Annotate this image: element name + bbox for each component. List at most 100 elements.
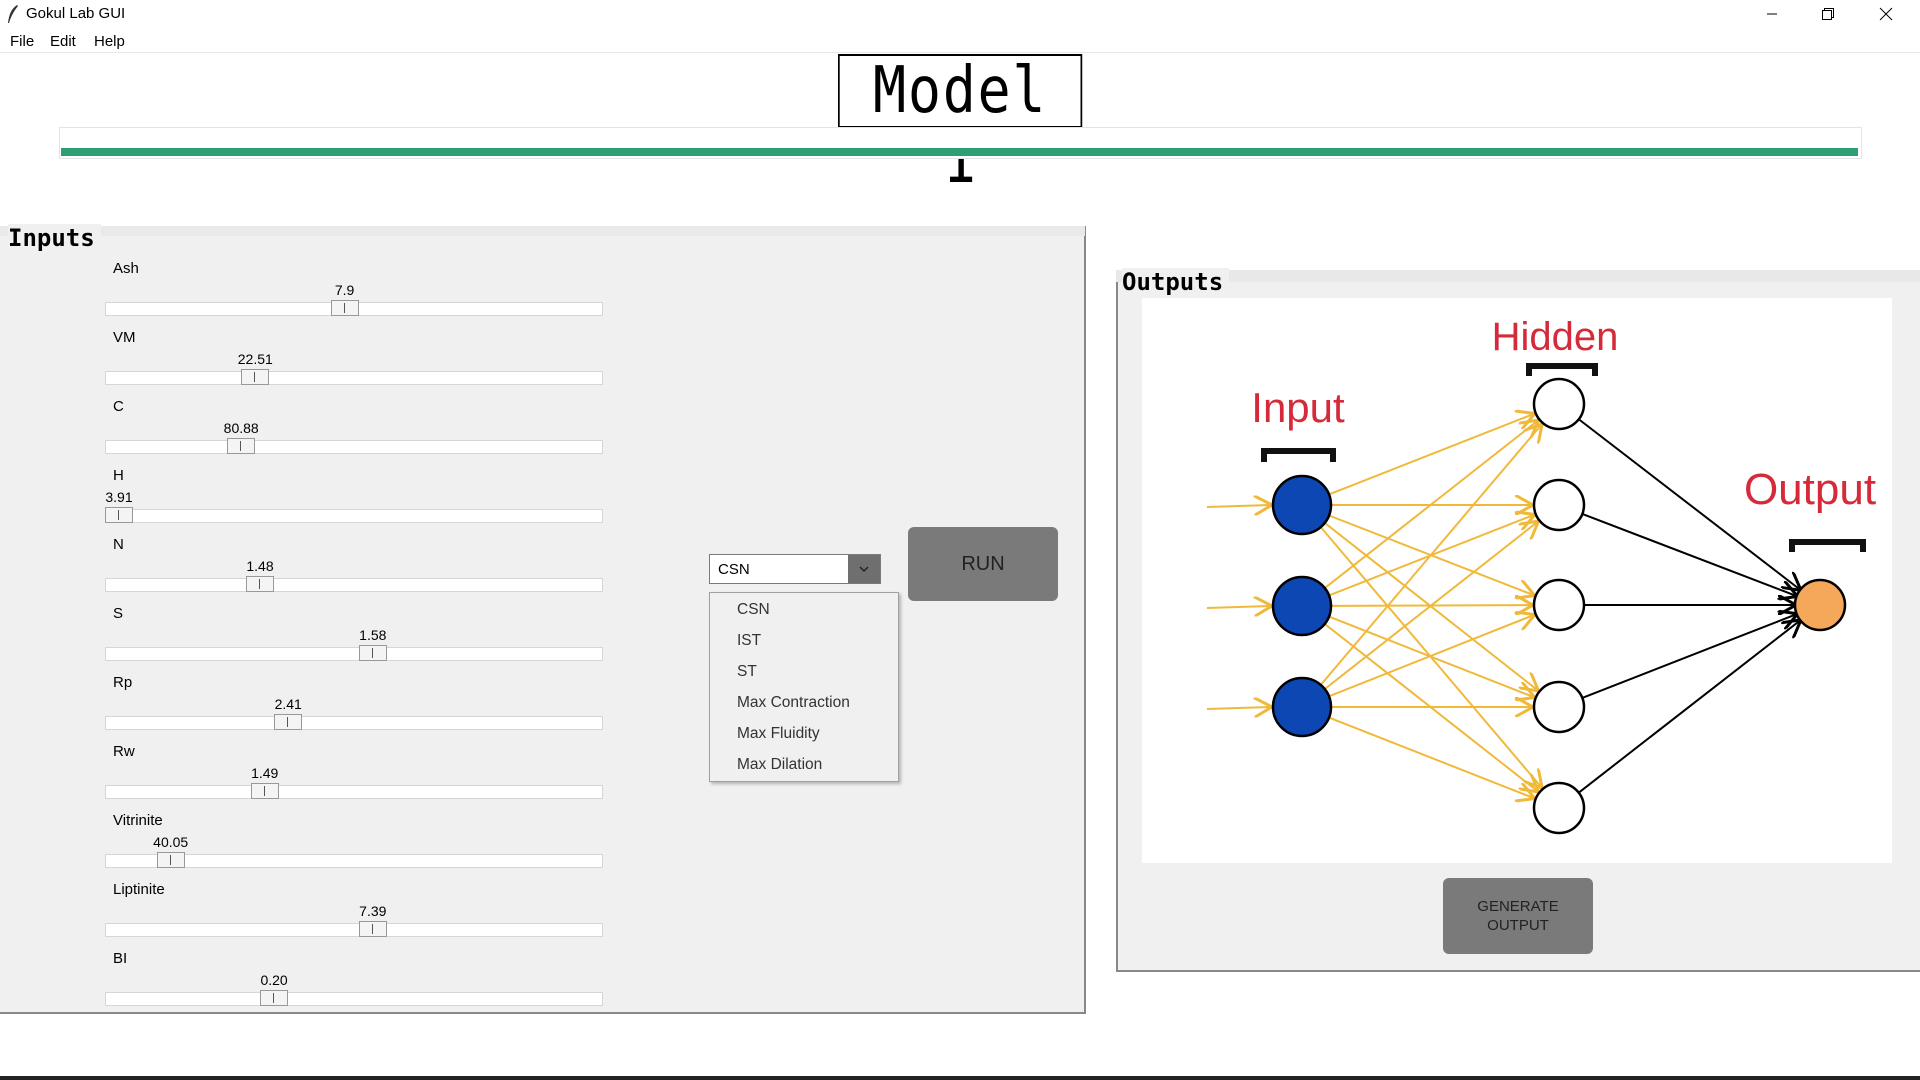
slider-handle[interactable] [330,300,359,316]
dropdown-option[interactable]: Max Dilation [737,756,822,774]
generate-output-button[interactable]: GENERATE OUTPUT [1443,878,1593,954]
slider-label: BI [113,950,128,967]
target-select-value: CSN [718,561,750,578]
close-button[interactable] [1858,0,1914,28]
slider-track[interactable] [105,647,603,661]
slider-track[interactable] [105,371,603,385]
input-node [1271,474,1333,536]
slider-handle[interactable] [260,990,289,1006]
slider-track[interactable] [105,440,603,454]
window-title: Gokul Lab GUI [26,5,126,22]
progress-fill [61,148,1858,156]
slider-handle[interactable] [241,369,270,385]
restore-button[interactable] [1800,0,1856,28]
dropdown-toggle[interactable] [848,555,880,583]
hidden-bracket [1526,363,1598,376]
menu-help[interactable]: Help [94,33,125,50]
slider-label: Vitrinite [113,812,163,829]
slider-handle[interactable] [246,576,274,592]
inputs-panel-header [0,226,1085,236]
slider-label: S [113,605,124,622]
hidden-node [1532,680,1586,734]
generate-button-line2: OUTPUT [1487,917,1549,934]
dropdown-option[interactable]: Max Fluidity [737,725,820,743]
slider-label: Liptinite [113,881,165,898]
slider-track[interactable] [105,923,603,937]
slider-track[interactable] [105,992,603,1006]
model-title: Model 1 [838,54,1083,196]
slider-label: Ash [113,260,139,277]
slider-value: 80.88 [223,420,259,436]
input-arrow [1206,606,1270,608]
output-bracket [1789,539,1866,552]
hidden-layer-label: Hidden [1492,315,1619,359]
slider-handle[interactable] [358,921,387,937]
slider-value: 0.20 [260,972,288,988]
slider-bi: BI 0.20 [105,950,605,1019]
slider-value: 7.39 [359,903,387,919]
slider-vm: VM 22.51 [105,329,605,398]
menu-edit[interactable]: Edit [50,33,76,50]
slider-value: 2.41 [274,696,302,712]
run-button[interactable]: RUN [908,527,1058,601]
hidden-node [1532,781,1586,835]
slider-value: 22.51 [237,351,273,367]
input-hidden-edge [1329,717,1533,798]
title-bar: Gokul Lab GUI [0,0,1920,28]
restore-icon [1822,8,1834,20]
target-select-dropdown: CSN IST ST Max Contraction Max Fluidity Max D… [709,592,899,782]
feather-icon [8,5,18,23]
slider-c: C 80.88 [105,398,605,467]
slider-value: 40.05 [153,834,189,850]
input-arrow [1206,505,1270,507]
dropdown-option[interactable]: ST [737,663,757,681]
inputs-title: Inputs [8,224,101,252]
slider-handle[interactable] [250,783,279,799]
slider-label: Rp [113,674,133,691]
hidden-output-edge [1578,621,1800,793]
slider-handle[interactable] [358,645,387,661]
slider-label: H [113,467,124,484]
output-node [1793,578,1847,632]
hidden-node [1532,578,1586,632]
slider-value: 1.48 [246,558,274,574]
slider-handle[interactable] [156,852,185,868]
progress-bar [59,127,1862,159]
slider-handle[interactable] [105,507,133,523]
hidden-output-edge [1582,513,1795,595]
slider-track[interactable] [105,785,603,799]
menu-file[interactable]: File [10,33,34,50]
target-select[interactable]: CSN [709,554,881,584]
slider-value: 3.91 [105,489,133,505]
slider-h: H 3.91 [105,467,605,536]
slider-track[interactable] [105,578,603,592]
input-hidden-edge [1329,414,1533,495]
dropdown-option[interactable]: Max Contraction [737,694,850,712]
minimize-button[interactable] [1744,0,1800,28]
slider-s: S 1.58 [105,605,605,674]
input-node [1271,575,1333,637]
dropdown-option[interactable]: IST [737,632,761,650]
slider-track[interactable] [105,509,603,523]
output-layer-label: Output [1744,465,1876,514]
close-icon [1879,7,1893,21]
chevron-down-icon [859,566,869,573]
slider-value: 1.58 [359,627,387,643]
hidden-node [1532,478,1586,532]
menu-bar: File Edit Help [0,30,1920,53]
slider-handle[interactable] [274,714,303,730]
slider-handle[interactable] [227,438,256,454]
input-arrow [1206,707,1270,709]
input-hidden-edge [1320,425,1540,685]
slider-rw: Rw 1.49 [105,743,605,812]
slider-label: N [113,536,124,553]
slider-liptinite: Liptinite 7.39 [105,881,605,950]
hidden-node [1532,377,1586,431]
slider-track[interactable] [105,716,603,730]
slider-rp: Rp 2.41 [105,674,605,743]
input-layer-label: Input [1251,384,1345,431]
minimize-icon [1767,13,1777,15]
input-node [1271,676,1333,738]
neural-network-svg: Input Hidden Output [1206,315,1876,835]
dropdown-option[interactable]: CSN [737,601,770,619]
